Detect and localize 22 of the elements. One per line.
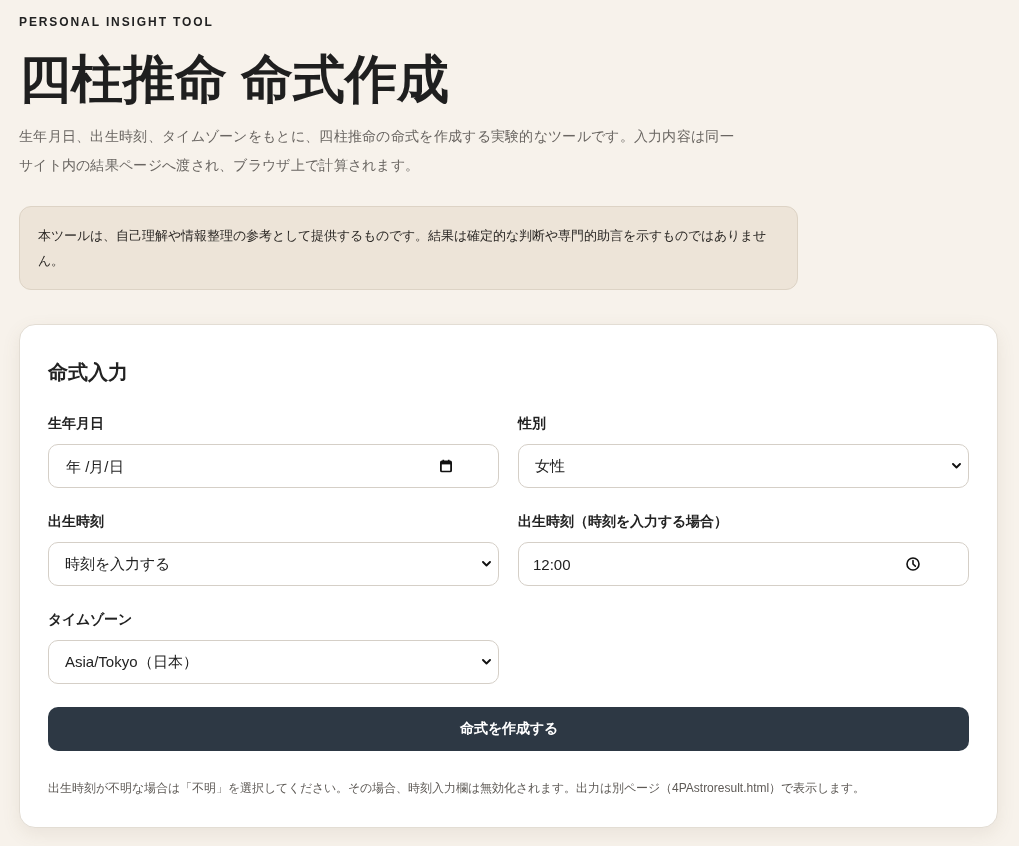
dropdown-select[interactable]: 時刻を入力する bbox=[48, 542, 499, 586]
clock-icon bbox=[906, 557, 920, 571]
field-label: タイムゾーン bbox=[48, 610, 132, 629]
chevron-down-icon bbox=[482, 561, 491, 567]
date-field[interactable]: 年 /月/日 bbox=[48, 444, 499, 488]
calendar-icon bbox=[440, 459, 452, 473]
form-title: 命式入力 bbox=[48, 360, 128, 385]
dropdown-select[interactable]: Asia/Tokyo（日本） bbox=[48, 640, 499, 684]
page-title: 四柱推命 命式作成 bbox=[19, 49, 450, 110]
field-label: 生年月日 bbox=[48, 414, 104, 433]
help-note: 出生時刻が不明な場合は「不明」を選択してください。その場合、時刻入力欄は無効化されます。出力は別ページ（4PAstroresult.html）で表示します。 bbox=[48, 780, 867, 797]
eyebrow-label: PERSONAL INSIGHT TOOL bbox=[19, 14, 214, 30]
submit-button[interactable]: 命式を作成する bbox=[48, 707, 969, 751]
chevron-down-icon bbox=[482, 659, 491, 665]
disclaimer-notice: 本ツールは、自己理解や情報整理の参考として提供するものです。結果は確定的な判断や専門的助言を示すものではありません。 bbox=[19, 206, 798, 290]
time-field[interactable]: 12:00 bbox=[518, 542, 969, 586]
chevron-down-icon bbox=[952, 463, 961, 469]
dropdown-select[interactable]: 女性 bbox=[518, 444, 969, 488]
field-label: 出生時刻（時刻を入力する場合） bbox=[518, 512, 728, 531]
field-label: 出生時刻 bbox=[48, 512, 104, 531]
field-label: 性別 bbox=[518, 414, 546, 433]
page-description: 生年月日、出生時刻、タイムゾーンをもとに、四柱推命の命式を作成する実験的なツールです。入力内容は同一サイト内の結果ページへ渡され、ブラウザ上で計算されます。 bbox=[19, 127, 735, 175]
